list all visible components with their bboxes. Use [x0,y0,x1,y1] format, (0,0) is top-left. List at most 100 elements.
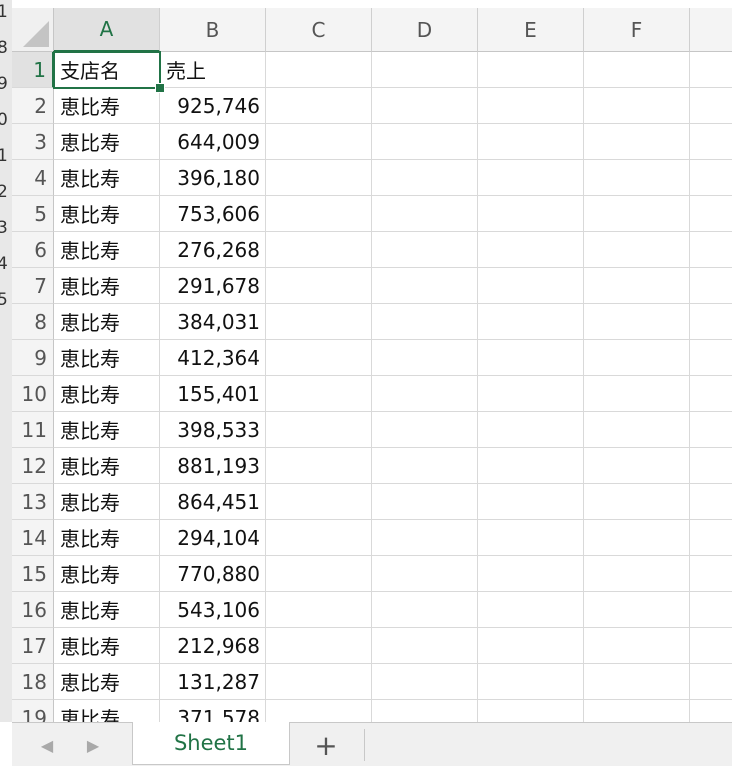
cell-d2[interactable] [372,88,478,124]
cell-e12[interactable] [478,448,584,484]
cell-c6[interactable] [266,232,372,268]
cell-b12[interactable]: 881,193 [160,448,266,484]
add-sheet-button[interactable]: + [308,729,344,762]
row-header[interactable]: 11 [12,412,54,448]
column-header-e[interactable]: E [478,8,584,52]
cell-x15[interactable] [690,556,732,592]
cell-c19[interactable] [266,700,372,722]
cell-a2[interactable]: 恵比寿 [54,88,160,124]
cell-b10[interactable]: 155,401 [160,376,266,412]
cell-c15[interactable] [266,556,372,592]
cell-x12[interactable] [690,448,732,484]
cell-b14[interactable]: 294,104 [160,520,266,556]
cell-b18[interactable]: 131,287 [160,664,266,700]
cell-c4[interactable] [266,160,372,196]
row-header[interactable]: 6 [12,232,54,268]
cell-a10[interactable]: 恵比寿 [54,376,160,412]
column-header-overflow[interactable] [690,8,732,52]
cell-f9[interactable] [584,340,690,376]
cell-a17[interactable]: 恵比寿 [54,628,160,664]
cell-e15[interactable] [478,556,584,592]
row-header[interactable]: 15 [12,556,54,592]
cell-d8[interactable] [372,304,478,340]
cell-f5[interactable] [584,196,690,232]
cell-a16[interactable]: 恵比寿 [54,592,160,628]
cell-e9[interactable] [478,340,584,376]
cell-d9[interactable] [372,340,478,376]
cell-e11[interactable] [478,412,584,448]
cell-d12[interactable] [372,448,478,484]
cell-x10[interactable] [690,376,732,412]
chevron-right-icon[interactable]: ▶ [82,733,104,757]
cell-b1[interactable]: 売上 [160,52,266,88]
cell-x13[interactable] [690,484,732,520]
row-header[interactable]: 5 [12,196,54,232]
cell-e13[interactable] [478,484,584,520]
row-header[interactable]: 18 [12,664,54,700]
cell-e2[interactable] [478,88,584,124]
cell-c13[interactable] [266,484,372,520]
cell-a6[interactable]: 恵比寿 [54,232,160,268]
cell-x1[interactable] [690,52,732,88]
cell-c18[interactable] [266,664,372,700]
cell-b13[interactable]: 864,451 [160,484,266,520]
cell-e1[interactable] [478,52,584,88]
cell-e10[interactable] [478,376,584,412]
row-header[interactable]: 1 [12,52,54,88]
cell-x11[interactable] [690,412,732,448]
sheet-tab-sheet1[interactable]: Sheet1 [132,722,290,765]
cell-e8[interactable] [478,304,584,340]
cell-b9[interactable]: 412,364 [160,340,266,376]
column-header-c[interactable]: C [266,8,372,52]
cell-c8[interactable] [266,304,372,340]
cell-b3[interactable]: 644,009 [160,124,266,160]
cell-d18[interactable] [372,664,478,700]
cell-c11[interactable] [266,412,372,448]
cell-c7[interactable] [266,268,372,304]
cell-x7[interactable] [690,268,732,304]
cell-f13[interactable] [584,484,690,520]
row-header[interactable]: 2 [12,88,54,124]
cell-d16[interactable] [372,592,478,628]
cell-f6[interactable] [584,232,690,268]
cell-a18[interactable]: 恵比寿 [54,664,160,700]
cell-x17[interactable] [690,628,732,664]
cell-a5[interactable]: 恵比寿 [54,196,160,232]
cell-f18[interactable] [584,664,690,700]
cell-x5[interactable] [690,196,732,232]
cell-a15[interactable]: 恵比寿 [54,556,160,592]
cell-f7[interactable] [584,268,690,304]
cell-d3[interactable] [372,124,478,160]
cell-f17[interactable] [584,628,690,664]
cell-b7[interactable]: 291,678 [160,268,266,304]
cell-a7[interactable]: 恵比寿 [54,268,160,304]
cell-d13[interactable] [372,484,478,520]
row-header[interactable]: 7 [12,268,54,304]
cell-d5[interactable] [372,196,478,232]
cell-a11[interactable]: 恵比寿 [54,412,160,448]
cell-a12[interactable]: 恵比寿 [54,448,160,484]
row-header[interactable]: 17 [12,628,54,664]
cell-x9[interactable] [690,340,732,376]
column-header-f[interactable]: F [584,8,690,52]
column-header-b[interactable]: B [160,8,266,52]
row-header[interactable]: 10 [12,376,54,412]
cell-a13[interactable]: 恵比寿 [54,484,160,520]
cell-b11[interactable]: 398,533 [160,412,266,448]
cell-f14[interactable] [584,520,690,556]
cell-e6[interactable] [478,232,584,268]
cell-b15[interactable]: 770,880 [160,556,266,592]
cell-f15[interactable] [584,556,690,592]
cell-b17[interactable]: 212,968 [160,628,266,664]
cell-c1[interactable] [266,52,372,88]
cell-b6[interactable]: 276,268 [160,232,266,268]
row-header[interactable]: 9 [12,340,54,376]
cell-a3[interactable]: 恵比寿 [54,124,160,160]
cell-x16[interactable] [690,592,732,628]
cell-x19[interactable] [690,700,732,722]
row-header[interactable]: 14 [12,520,54,556]
cell-d15[interactable] [372,556,478,592]
cell-f4[interactable] [584,160,690,196]
row-header[interactable]: 13 [12,484,54,520]
cell-a19[interactable]: 恵比寿 [54,700,160,722]
